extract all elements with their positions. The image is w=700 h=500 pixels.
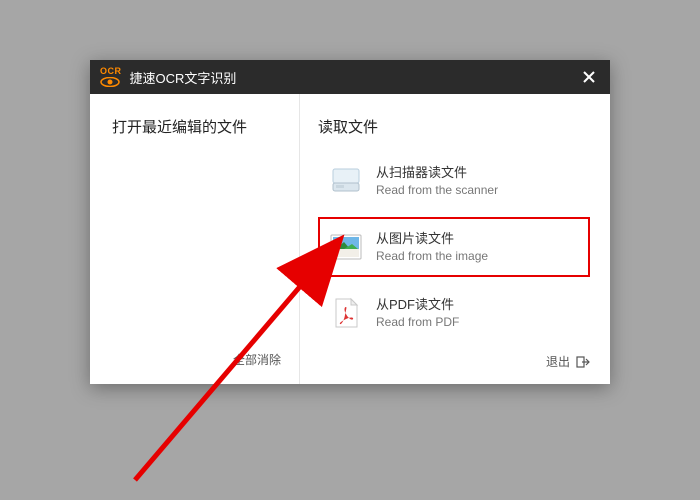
exit-label: 退出 — [546, 353, 570, 370]
dialog: OCR 捷速OCR文字识别 打开最近编辑的文件 全部消除 读取文件 — [90, 60, 610, 384]
read-file-heading: 读取文件 — [318, 116, 590, 137]
option-image-zh: 从图片读文件 — [376, 230, 488, 248]
app-icon: OCR — [100, 67, 122, 87]
scanner-icon — [328, 163, 364, 199]
eye-icon — [100, 77, 120, 87]
titlebar: OCR 捷速OCR文字识别 — [90, 60, 610, 94]
option-pdf-zh: 从PDF读文件 — [376, 296, 459, 314]
option-pdf-en: Read from PDF — [376, 314, 459, 331]
option-scanner[interactable]: 从扫描器读文件 Read from the scanner — [318, 151, 590, 211]
pdf-icon — [328, 295, 364, 331]
option-scanner-en: Read from the scanner — [376, 182, 498, 199]
exit-button[interactable]: 退出 — [318, 351, 590, 372]
recent-files-heading: 打开最近编辑的文件 — [112, 116, 281, 137]
left-pane: 打开最近编辑的文件 全部消除 — [90, 94, 300, 384]
ocr-badge-text: OCR — [100, 67, 122, 76]
clear-all-button[interactable]: 全部消除 — [233, 347, 281, 372]
dialog-content: 打开最近编辑的文件 全部消除 读取文件 从扫描器读文件 Read from th… — [90, 94, 610, 384]
image-icon — [328, 229, 364, 265]
exit-icon — [576, 356, 590, 368]
option-image-en: Read from the image — [376, 248, 488, 265]
close-icon — [582, 70, 596, 84]
option-pdf[interactable]: 从PDF读文件 Read from PDF — [318, 283, 590, 343]
option-image[interactable]: 从图片读文件 Read from the image — [318, 217, 590, 277]
close-button[interactable] — [578, 70, 600, 84]
right-pane: 读取文件 从扫描器读文件 Read from the scanner — [300, 94, 610, 384]
window-title: 捷速OCR文字识别 — [130, 68, 579, 87]
option-scanner-zh: 从扫描器读文件 — [376, 164, 498, 182]
